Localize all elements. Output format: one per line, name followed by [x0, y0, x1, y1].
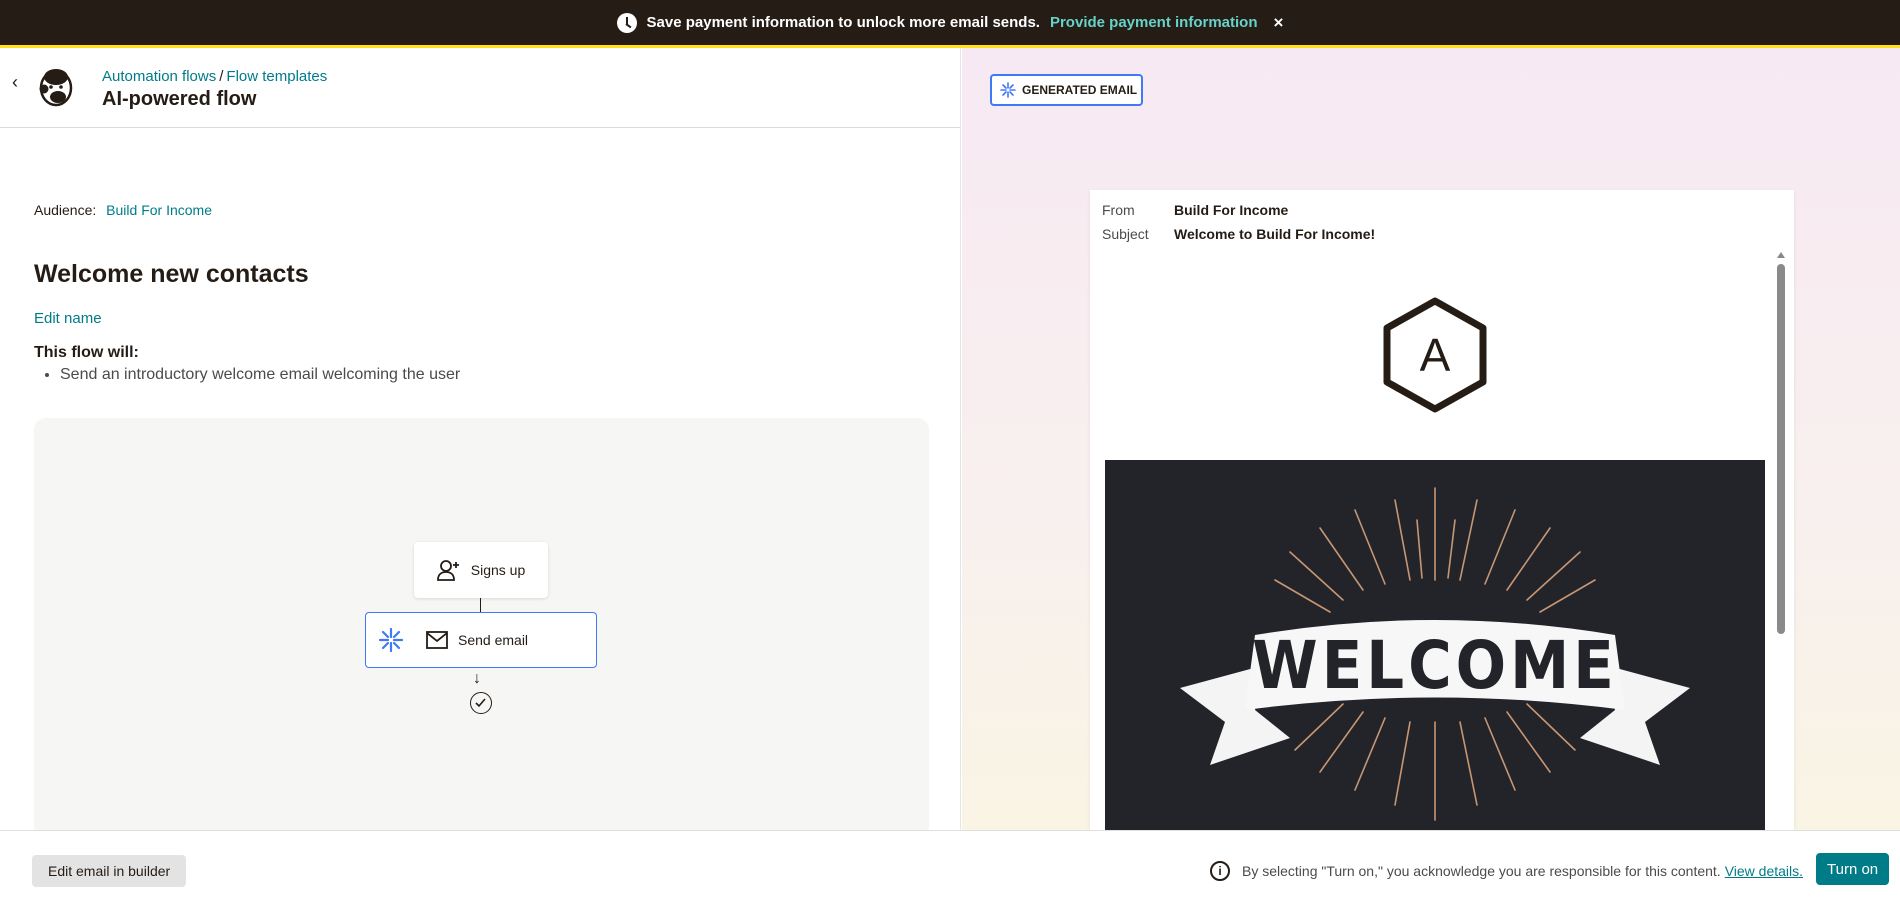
logo-letter: A	[1420, 329, 1451, 381]
welcome-hero: WELCOME	[1105, 460, 1765, 830]
responsibility-notice: i By selecting "Turn on," you acknowledg…	[1210, 861, 1803, 881]
ai-sparkle-icon	[1000, 82, 1016, 98]
send-email-label: Send email	[458, 632, 529, 648]
signup-node-label: Signs up	[470, 562, 526, 578]
ai-sparkle-icon	[378, 627, 404, 653]
email-meta: From Build For Income Subject Welcome to B…	[1090, 190, 1794, 254]
subject-value: Welcome to Build For Income!	[1174, 226, 1376, 242]
flow-diagram: Signs up Send email ↓	[34, 418, 929, 838]
flow-panel: ‹ Automation flows / Flow templates AI-pow…	[0, 48, 961, 838]
banner-message: Save payment information to unlock more …	[646, 14, 1040, 31]
audience-label: Audience:	[34, 202, 97, 218]
generated-email-badge[interactable]: GENERATED EMAIL	[990, 74, 1144, 106]
subject-label: Subject	[1102, 226, 1149, 242]
edit-name-link[interactable]: Edit name	[34, 310, 102, 327]
payment-banner: Save payment information to unlock more …	[0, 0, 1900, 48]
close-icon[interactable]: ×	[1274, 13, 1284, 33]
from-value: Build For Income	[1174, 202, 1289, 218]
send-email-node[interactable]: Send email	[365, 612, 597, 668]
arrow-down-icon: ↓	[473, 670, 481, 687]
audience-row: Audience: Build For Income	[34, 202, 212, 218]
footer-bar: Edit email in builder i By selecting "Tu…	[0, 830, 1900, 906]
welcome-text: WELCOME	[1252, 627, 1618, 704]
flow-will-list: Send an introductory welcome email welco…	[60, 366, 460, 384]
envelope-icon	[426, 631, 448, 649]
page-header: ‹ Automation flows / Flow templates AI-pow…	[0, 48, 960, 128]
view-details-link[interactable]: View details.	[1725, 863, 1803, 879]
flow-will-item: Send an introductory welcome email welco…	[60, 366, 460, 384]
scroll-up-icon[interactable]	[1777, 252, 1785, 258]
checkmark-icon	[470, 692, 492, 714]
connector-line	[480, 598, 481, 612]
mailchimp-logo[interactable]	[36, 66, 76, 108]
email-preview: From Build For Income Subject Welcome to B…	[1090, 190, 1794, 830]
breadcrumb-flow-templates[interactable]: Flow templates	[226, 68, 327, 85]
info-icon: i	[1210, 861, 1230, 881]
email-logo-area: A	[1105, 250, 1765, 460]
email-body[interactable]: A WELCOME	[1105, 250, 1765, 830]
page-title: AI-powered flow	[102, 88, 257, 110]
audience-link[interactable]: Build For Income	[106, 202, 212, 218]
preview-scrollbar[interactable]	[1774, 250, 1788, 830]
hexagon-logo: A	[1383, 297, 1487, 413]
edit-email-in-builder-button[interactable]: Edit email in builder	[32, 855, 187, 887]
add-user-icon	[436, 560, 459, 581]
provide-payment-link[interactable]: Provide payment information	[1050, 14, 1258, 31]
breadcrumb-automation-flows[interactable]: Automation flows	[102, 68, 216, 85]
email-preview-panel: GENERATED EMAIL From Build For Income Sub…	[962, 48, 1900, 830]
scroll-thumb[interactable]	[1777, 264, 1785, 634]
generated-email-label: GENERATED EMAIL	[1022, 83, 1138, 97]
from-label: From	[1102, 202, 1135, 218]
clock-icon	[616, 12, 637, 33]
signup-trigger-node[interactable]: Signs up	[414, 542, 548, 598]
back-icon[interactable]: ‹	[12, 72, 18, 93]
breadcrumb: Automation flows / Flow templates	[102, 68, 327, 85]
flow-will-heading: This flow will:	[34, 344, 139, 361]
welcome-banner-image: WELCOME	[1180, 487, 1690, 821]
breadcrumb-separator: /	[219, 68, 224, 85]
flow-name: Welcome new contacts	[34, 260, 309, 288]
turn-on-button[interactable]: Turn on	[1816, 853, 1890, 885]
notice-text: By selecting "Turn on," you acknowledge …	[1242, 863, 1721, 879]
